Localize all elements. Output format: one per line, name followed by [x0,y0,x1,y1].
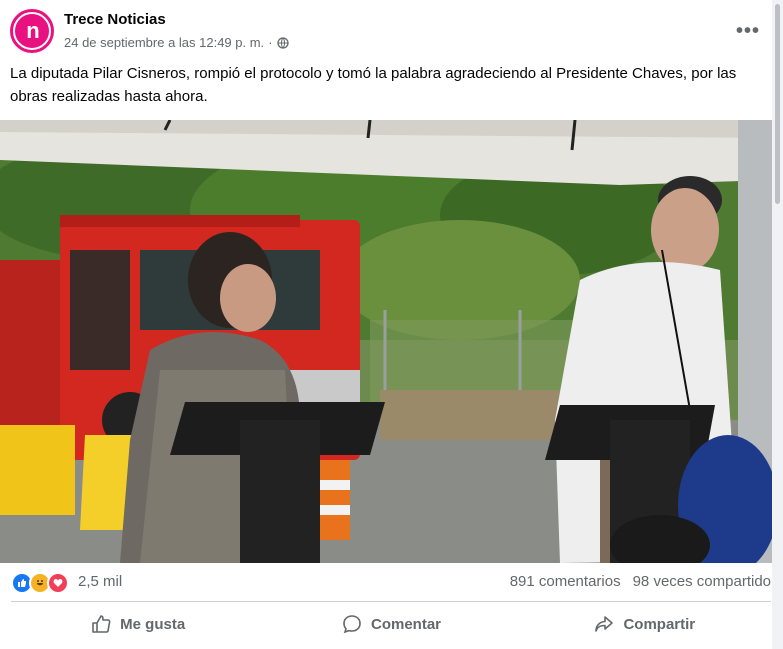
comment-icon [343,615,361,634]
comment-button[interactable]: Comentar [264,604,517,644]
comment-label: Comentar [370,615,441,633]
share-button[interactable]: Compartir [518,604,771,644]
like-label: Me gusta [120,615,186,633]
scrollbar-thumb[interactable] [775,4,780,204]
post-photo[interactable] [0,120,772,563]
more-options-icon[interactable]: ••• [734,20,762,42]
actions-divider [11,601,771,602]
like-button[interactable]: Me gusta [11,604,264,644]
comments-count[interactable]: 891 comentarios [510,573,621,590]
post-header: n Trece Noticias 24 de septiembre a las … [10,9,762,55]
reactions-bar: 2,5 mil 891 comentarios 98 veces compart… [11,571,771,594]
photo-illustration [0,120,772,563]
avatar-logo: n [13,12,51,50]
love-reaction-icon [47,572,69,594]
post-actions: Me gusta Comentar Compartir [11,604,771,644]
share-icon [595,616,614,632]
post-caption: La diputada Pilar Cisneros, rompió el pr… [10,65,737,105]
reaction-count[interactable]: 2,5 mil [78,573,122,590]
post-meta: 24 de septiembre a las 12:49 p. m. · [64,35,289,50]
page-name-link[interactable]: Trece Noticias [64,11,166,28]
shares-count[interactable]: 98 veces compartido [633,573,771,590]
reaction-icons[interactable] [11,572,69,594]
thumbs-up-icon [92,615,111,633]
page-avatar[interactable]: n [10,9,54,53]
page-scrollbar[interactable] [772,0,783,649]
share-label: Compartir [623,615,696,633]
engagement-stats: 891 comentarios 98 veces compartido [510,573,771,590]
meta-separator: · [268,35,273,50]
post-timestamp[interactable]: 24 de septiembre a las 12:49 p. m. [64,35,264,50]
globe-icon [276,36,289,49]
facebook-post: n Trece Noticias 24 de septiembre a las … [0,0,772,649]
